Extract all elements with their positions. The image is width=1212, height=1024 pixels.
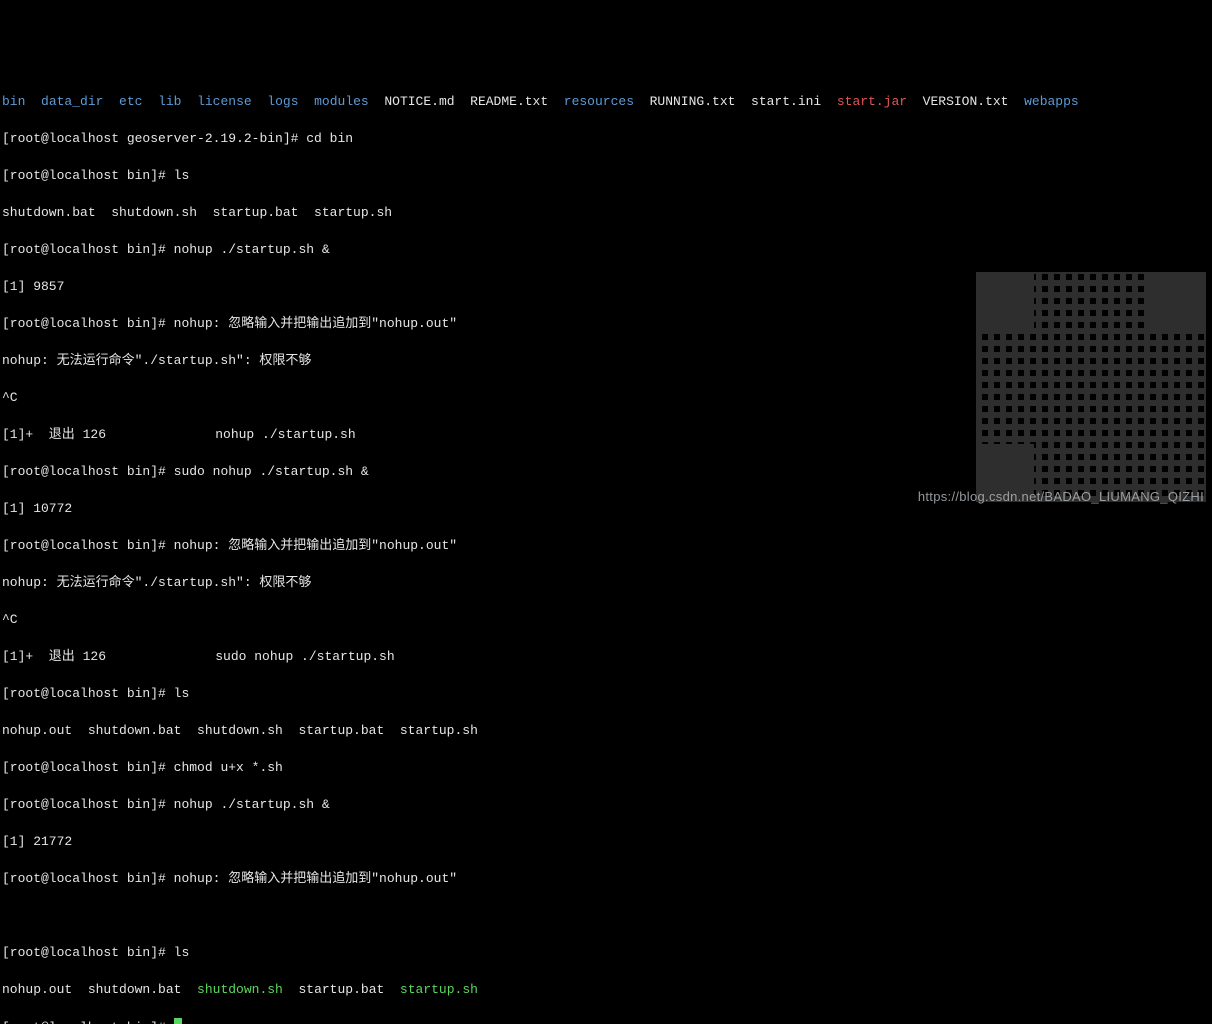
cursor-icon bbox=[174, 1018, 182, 1024]
terminal-output[interactable]: bin data_dir etc lib license logs module… bbox=[2, 74, 1210, 1024]
error: nohup: 无法运行命令"./startup.sh": 权限不够 bbox=[2, 574, 1210, 593]
line: [root@localhost bin]# nohup: 忽略输入并把输出追加到… bbox=[2, 537, 1210, 556]
ls-output: shutdown.bat shutdown.sh startup.bat sta… bbox=[2, 204, 1210, 223]
job-pid: [1] 21772 bbox=[2, 833, 1210, 852]
ls-output: nohup.out shutdown.bat shutdown.sh start… bbox=[2, 722, 1210, 741]
line: [root@localhost bin]# nohup ./startup.sh… bbox=[2, 796, 1210, 815]
ctrl-c: ^C bbox=[2, 611, 1210, 630]
blank-line bbox=[2, 907, 1210, 926]
line: [root@localhost bin]# nohup ./startup.sh… bbox=[2, 241, 1210, 260]
prompt-active[interactable]: [root@localhost bin]# bbox=[2, 1018, 1210, 1024]
line: [root@localhost bin]# chmod u+x *.sh bbox=[2, 759, 1210, 778]
qr-code-watermark bbox=[976, 272, 1206, 502]
line: [root@localhost bin]# ls bbox=[2, 685, 1210, 704]
line: [root@localhost geoserver-2.19.2-bin]# c… bbox=[2, 130, 1210, 149]
ls-output-top: bin data_dir etc lib license logs module… bbox=[2, 93, 1210, 112]
ls-output-final: nohup.out shutdown.bat shutdown.sh start… bbox=[2, 981, 1210, 1000]
line: [root@localhost bin]# ls bbox=[2, 167, 1210, 186]
job-exit: [1]+ 退出 126 sudo nohup ./startup.sh bbox=[2, 648, 1210, 667]
line: [root@localhost bin]# nohup: 忽略输入并把输出追加到… bbox=[2, 870, 1210, 889]
line: [root@localhost bin]# ls bbox=[2, 944, 1210, 963]
source-watermark: https://blog.csdn.net/BADAO_LIUMANG_QIZH… bbox=[918, 488, 1204, 507]
